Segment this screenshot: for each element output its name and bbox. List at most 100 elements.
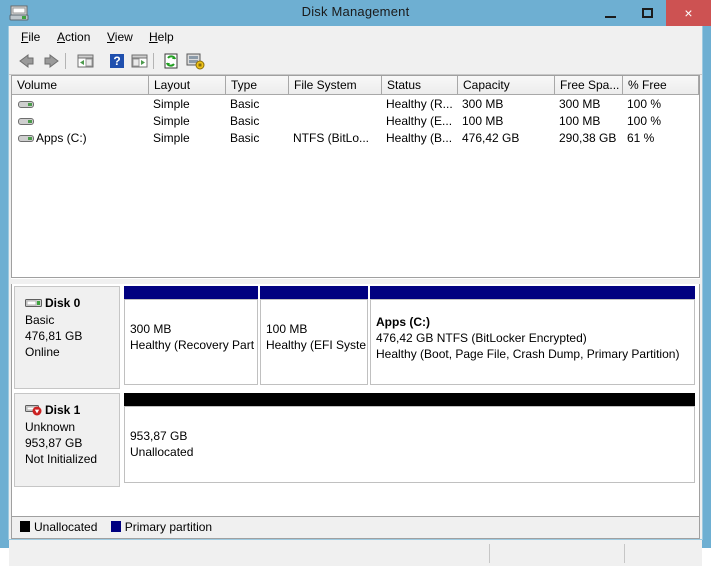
disk-name-text: Disk 0 bbox=[45, 296, 81, 310]
table-row[interactable]: Simple Basic Healthy (R... 300 MB 300 MB… bbox=[12, 96, 699, 113]
cell-percent-free: 61 % bbox=[627, 131, 655, 145]
show-hide-tree-icon[interactable] bbox=[75, 52, 95, 70]
partition-strip-1: 953,87 GB Unallocated bbox=[124, 393, 697, 487]
toolbar-separator bbox=[65, 53, 66, 69]
cell-layout: Simple bbox=[153, 114, 190, 128]
menu-bar: File Action View Help bbox=[9, 26, 702, 49]
disk-status-0: Online bbox=[25, 345, 60, 359]
cell-volume: Apps (C:) bbox=[36, 131, 87, 145]
client-area: File Action View Help ? Volume Layout Ty… bbox=[8, 26, 703, 566]
partition-info-efi: 100 MB Healthy (EFI Syste bbox=[260, 299, 368, 385]
disk-label-0[interactable]: Disk 0 Basic 476,81 GB Online bbox=[14, 286, 120, 389]
disk-not-initialized-icon bbox=[25, 404, 42, 416]
partition-info-recovery: 300 MB Healthy (Recovery Part bbox=[124, 299, 258, 385]
cell-layout: Simple bbox=[153, 131, 190, 145]
legend-item-primary-partition: Primary partition bbox=[110, 517, 213, 537]
disk-management-window: Disk Management × File Action View Help bbox=[0, 0, 711, 566]
maximize-icon bbox=[642, 8, 653, 18]
partition-size: 476,42 GB NTFS (BitLocker Encrypted) bbox=[376, 331, 587, 345]
partition-size: 953,87 GB bbox=[130, 429, 188, 443]
minimize-icon bbox=[605, 15, 616, 18]
cell-type: Basic bbox=[230, 114, 260, 128]
column-header-layout[interactable]: Layout bbox=[149, 76, 226, 94]
disk-title-1: Disk 1 bbox=[25, 402, 119, 418]
legend-label-primary-partition: Primary partition bbox=[124, 520, 213, 534]
column-header-free-space[interactable]: Free Spa... bbox=[555, 76, 623, 94]
legend-label-unallocated: Unallocated bbox=[34, 520, 98, 534]
disk-graphical-view[interactable]: Disk 0 Basic 476,81 GB Online 300 MB Hea… bbox=[11, 284, 700, 517]
forward-arrow-icon[interactable] bbox=[41, 52, 61, 70]
disk-title-0: Disk 0 bbox=[25, 295, 119, 311]
cell-type: Basic bbox=[230, 131, 260, 145]
cell-free-space: 290,38 GB bbox=[559, 131, 617, 145]
table-row[interactable]: Apps (C:) Simple Basic NTFS (BitLo... He… bbox=[12, 130, 699, 147]
cell-free-space: 100 MB bbox=[559, 114, 601, 128]
menu-item-action[interactable]: Action bbox=[57, 30, 90, 44]
disk-icon bbox=[25, 297, 42, 309]
refresh-icon[interactable] bbox=[161, 52, 181, 70]
drive-icon bbox=[18, 99, 34, 110]
column-header-status[interactable]: Status bbox=[382, 76, 458, 94]
partition-recovery[interactable]: 300 MB Healthy (Recovery Part bbox=[124, 286, 258, 389]
cell-type: Basic bbox=[230, 97, 260, 111]
column-header-capacity[interactable]: Capacity bbox=[458, 76, 555, 94]
partition-label: Apps (C:) bbox=[376, 315, 430, 329]
partition-apps-c[interactable]: Apps (C:) 476,42 GB NTFS (BitLocker Encr… bbox=[370, 286, 695, 389]
column-header-type[interactable]: Type bbox=[226, 76, 289, 94]
disk-row-1[interactable]: Disk 1 Unknown 953,87 GB Not Initialized… bbox=[12, 391, 699, 489]
partition-strip-0: 300 MB Healthy (Recovery Part 100 MB Hea… bbox=[124, 286, 697, 389]
partition-efi[interactable]: 100 MB Healthy (EFI Syste bbox=[260, 286, 368, 389]
partition-status: Unallocated bbox=[130, 445, 194, 459]
disk-row-0[interactable]: Disk 0 Basic 476,81 GB Online 300 MB Hea… bbox=[12, 284, 699, 391]
show-pane-icon[interactable] bbox=[129, 52, 149, 70]
svg-text:?: ? bbox=[113, 54, 120, 68]
partition-status: Healthy (Boot, Page File, Crash Dump, Pr… bbox=[376, 347, 680, 361]
minimize-button[interactable] bbox=[592, 0, 629, 26]
drive-icon bbox=[18, 116, 34, 127]
close-icon: × bbox=[684, 5, 693, 21]
legend-swatch-primary-partition bbox=[110, 521, 121, 532]
menu-item-file[interactable]: File bbox=[21, 30, 40, 44]
close-button[interactable]: × bbox=[666, 0, 711, 26]
cell-status: Healthy (B... bbox=[386, 131, 453, 145]
disk-size-1: 953,87 GB bbox=[25, 436, 83, 450]
partition-size: 100 MB bbox=[266, 322, 308, 336]
disk-size-0: 476,81 GB bbox=[25, 329, 83, 343]
column-header-file-system[interactable]: File System bbox=[289, 76, 382, 94]
partition-unallocated[interactable]: 953,87 GB Unallocated bbox=[124, 393, 695, 487]
legend: Unallocated Primary partition bbox=[11, 517, 700, 539]
window-controls: × bbox=[592, 0, 711, 26]
disk-type-0: Basic bbox=[25, 313, 55, 327]
menu-item-view[interactable]: View bbox=[107, 30, 133, 44]
disk-name-text: Disk 1 bbox=[45, 403, 81, 417]
cell-percent-free: 100 % bbox=[627, 97, 662, 111]
toolbar-separator bbox=[153, 53, 154, 69]
back-arrow-icon[interactable] bbox=[17, 52, 37, 70]
partition-info-apps-c: Apps (C:) 476,42 GB NTFS (BitLocker Encr… bbox=[370, 299, 695, 385]
partition-info-unallocated: 953,87 GB Unallocated bbox=[124, 406, 695, 483]
partition-color-bar bbox=[370, 286, 695, 299]
cell-free-space: 300 MB bbox=[559, 97, 601, 111]
menu-item-help[interactable]: Help bbox=[149, 30, 174, 44]
partition-status: Healthy (EFI Syste bbox=[266, 338, 367, 352]
volume-list[interactable]: Volume Layout Type File System Status Ca… bbox=[11, 75, 700, 278]
column-header-percent-free[interactable]: % Free bbox=[623, 76, 699, 94]
cell-capacity: 100 MB bbox=[462, 114, 504, 128]
partition-size: 300 MB bbox=[130, 322, 172, 336]
disk-type-1: Unknown bbox=[25, 420, 76, 434]
drive-icon bbox=[18, 133, 34, 144]
partition-color-bar bbox=[124, 286, 258, 299]
rescan-disks-icon[interactable] bbox=[185, 52, 205, 70]
help-icon[interactable]: ? bbox=[107, 52, 127, 70]
partition-color-bar bbox=[260, 286, 368, 299]
cell-capacity: 476,42 GB bbox=[462, 131, 520, 145]
disk-label-1[interactable]: Disk 1 Unknown 953,87 GB Not Initialized bbox=[14, 393, 120, 487]
cell-status: Healthy (R... bbox=[386, 97, 453, 111]
maximize-button[interactable] bbox=[629, 0, 666, 26]
column-header-volume[interactable]: Volume bbox=[12, 76, 149, 94]
title-bar[interactable]: Disk Management × bbox=[0, 0, 711, 26]
cell-file-system: NTFS (BitLo... bbox=[293, 131, 370, 145]
table-row[interactable]: Simple Basic Healthy (E... 100 MB 100 MB… bbox=[12, 113, 699, 130]
status-separator bbox=[489, 544, 490, 563]
legend-item-unallocated: Unallocated bbox=[20, 517, 97, 537]
